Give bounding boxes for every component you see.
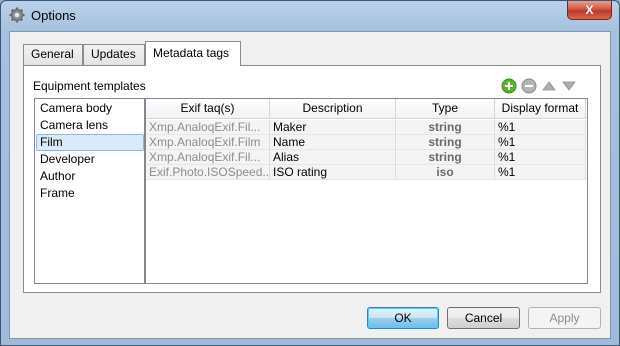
list-item-camera-lens[interactable]: Camera lens — [36, 117, 144, 134]
cell-description[interactable]: Maker — [270, 120, 396, 135]
title-bar[interactable]: Options X — [1, 1, 619, 31]
cell-display-format[interactable]: %1 — [495, 150, 586, 165]
move-up-icon[interactable] — [541, 78, 557, 94]
templates-list[interactable]: Camera body Camera lens Film Developer A… — [34, 98, 146, 284]
list-item-developer[interactable]: Developer — [36, 151, 144, 168]
tab-updates[interactable]: Updates — [83, 44, 145, 65]
column-header-description[interactable]: Description — [270, 99, 396, 119]
list-item-film[interactable]: Film — [36, 134, 144, 151]
close-icon: X — [585, 3, 594, 17]
equipment-templates-label: Equipment templates — [33, 79, 146, 93]
column-header-type[interactable]: Type — [396, 99, 495, 119]
cell-display-format[interactable]: %1 — [495, 165, 586, 180]
column-header-display-format[interactable]: Display format — [495, 99, 586, 119]
column-header-exif[interactable]: Exif taq(s) — [146, 99, 270, 119]
tab-metadata-tags[interactable]: Metadata tags — [145, 41, 241, 66]
cell-description[interactable]: Name — [270, 135, 396, 150]
cell-display-format[interactable]: %1 — [495, 120, 586, 135]
window-title: Options — [31, 8, 76, 23]
options-window: Options X General Updates Metadata tags … — [0, 0, 620, 346]
tab-label: Metadata tags — [153, 46, 230, 60]
tab-general[interactable]: General — [23, 44, 83, 65]
cell-exif[interactable]: Exif.Photo.ISOSpeed... — [146, 165, 270, 180]
add-icon[interactable] — [501, 78, 517, 94]
cell-type[interactable]: iso — [396, 165, 495, 180]
table-row[interactable]: Xmp.AnaloqExif.Film Name string %1 — [146, 135, 586, 150]
tags-table[interactable]: Exif taq(s) Description Type Display for… — [144, 98, 588, 284]
cell-description[interactable]: Alias — [270, 150, 396, 165]
table-row[interactable]: Xmp.AnaloqExif.Fil... Alias string %1 — [146, 150, 586, 165]
move-down-icon[interactable] — [561, 78, 577, 94]
metadata-tags-panel: Equipment templates Camera body Camera l… — [23, 65, 601, 293]
cell-type[interactable]: string — [396, 150, 495, 165]
table-row[interactable]: Exif.Photo.ISOSpeed... ISO rating iso %1 — [146, 165, 586, 180]
list-item-frame[interactable]: Frame — [36, 185, 144, 202]
cell-exif[interactable]: Xmp.AnaloqExif.Fil... — [146, 150, 270, 165]
cell-description[interactable]: ISO rating — [270, 165, 396, 180]
cell-type[interactable]: string — [396, 120, 495, 135]
list-item-camera-body[interactable]: Camera body — [36, 100, 144, 117]
gear-icon — [9, 7, 25, 23]
table-row[interactable]: Xmp.AnaloqExif.Fil... Maker string %1 — [146, 120, 586, 135]
close-button[interactable]: X — [567, 1, 612, 20]
tab-label: Updates — [91, 47, 136, 61]
remove-icon[interactable] — [521, 78, 537, 94]
cancel-button[interactable]: Cancel — [447, 307, 520, 329]
ok-button[interactable]: OK — [367, 307, 439, 329]
apply-button[interactable]: Apply — [528, 307, 601, 329]
list-item-author[interactable]: Author — [36, 168, 144, 185]
tab-label: General — [31, 47, 74, 61]
cell-display-format[interactable]: %1 — [495, 135, 586, 150]
cell-exif[interactable]: Xmp.AnaloqExif.Fil... — [146, 120, 270, 135]
cell-type[interactable]: string — [396, 135, 495, 150]
cell-exif[interactable]: Xmp.AnaloqExif.Film — [146, 135, 270, 150]
dialog-body: General Updates Metadata tags Equipment … — [9, 31, 611, 339]
